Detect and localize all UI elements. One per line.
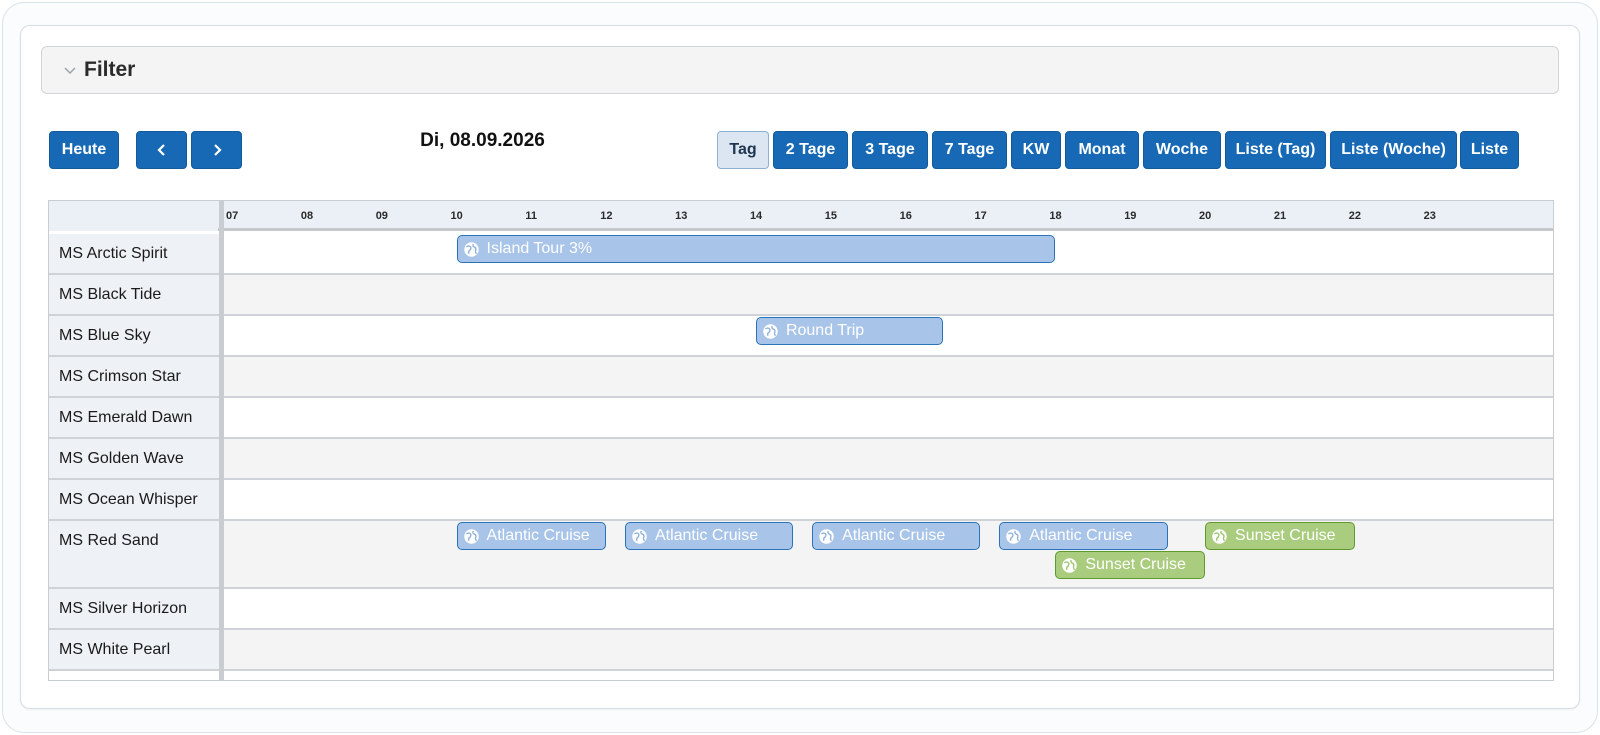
hour-label: 14 xyxy=(749,210,763,222)
view-button-liste-woche[interactable]: Liste (Woche) xyxy=(1330,131,1457,169)
hour-label: 10 xyxy=(450,210,463,222)
chevron-down-icon xyxy=(64,67,76,75)
resource-name: MS Golden Wave xyxy=(49,439,219,478)
resource-row: MS Ocean Whisper xyxy=(49,480,1553,521)
filter-toggle[interactable]: Filter xyxy=(41,46,1559,94)
resource-row: MS Crimson Star xyxy=(49,357,1553,398)
resource-row: MS Blue Sky Round Trip xyxy=(49,316,1553,357)
resource-name: MS Crimson Star xyxy=(49,357,219,396)
resource-timeline: 07 08 09 10 11 12 13 14 15 16 17 18 19 20 21 22 23 MS Ar… xyxy=(48,200,1554,681)
view-button-woche[interactable]: Woche xyxy=(1143,131,1221,169)
hour-label: 17 xyxy=(974,210,987,222)
booking-event[interactable]: Atlantic Cruise xyxy=(999,522,1168,550)
globe-icon xyxy=(818,528,835,545)
event-title: Sunset Cruise xyxy=(1085,556,1186,573)
event-title: Island Tour 3% xyxy=(486,240,593,257)
prev-button[interactable] xyxy=(136,131,187,169)
booking-event[interactable]: Atlantic Cruise xyxy=(456,522,607,550)
resource-lane[interactable]: Round Trip xyxy=(224,316,1553,355)
view-button-2-tage[interactable]: 2 Tage xyxy=(773,131,848,169)
hour-label: 12 xyxy=(600,210,613,222)
hour-label: 16 xyxy=(899,210,912,222)
globe-icon xyxy=(1211,528,1228,545)
hour-label: 08 xyxy=(300,210,314,222)
today-button[interactable]: Heute xyxy=(49,131,119,169)
resource-lane[interactable] xyxy=(224,630,1553,669)
resource-row: MS White Pearl xyxy=(49,630,1553,671)
resource-row: MS Arctic Spirit Island Tour 3% xyxy=(49,234,1553,275)
resource-row: MS Red Sand Atlantic Cruise Atlantic Cruis… xyxy=(49,521,1553,589)
header-corner xyxy=(49,201,218,231)
event-title: Sunset Cruise xyxy=(1235,527,1336,544)
view-button-3-tage[interactable]: 3 Tage xyxy=(852,131,928,169)
resource-lane[interactable] xyxy=(224,480,1553,519)
resource-name: MS Silver Horizon xyxy=(49,589,219,628)
resource-lane[interactable]: Island Tour 3% xyxy=(224,234,1553,273)
resource-lane[interactable] xyxy=(224,275,1553,314)
chevron-left-icon xyxy=(156,144,165,156)
resource-lane[interactable] xyxy=(224,589,1553,628)
resource-name: MS Black Tide xyxy=(49,275,219,314)
resource-row: MS Emerald Dawn xyxy=(49,398,1553,439)
hour-label: 11 xyxy=(525,210,538,222)
event-title: Atlantic Cruise xyxy=(486,527,590,544)
date-title: Di, 08.09.2026 xyxy=(420,130,545,151)
booking-event[interactable]: Atlantic Cruise xyxy=(812,522,981,550)
hour-label: 19 xyxy=(1124,210,1137,222)
event-title: Round Trip xyxy=(785,322,865,339)
event-title: Atlantic Cruise xyxy=(1029,527,1133,544)
resource-row: MS Golden Wave xyxy=(49,439,1553,480)
globe-icon xyxy=(463,241,480,258)
globe-icon xyxy=(631,528,648,545)
column-resizer[interactable] xyxy=(219,201,224,680)
hour-label: 15 xyxy=(824,210,838,222)
resource-row: MS Silver Horizon xyxy=(49,589,1553,630)
hour-label: 07 xyxy=(226,210,239,222)
resource-lane[interactable]: Atlantic Cruise Atlantic Cruise Atlantic C… xyxy=(224,521,1553,587)
chevron-right-icon xyxy=(213,144,222,156)
resource-name: MS White Pearl xyxy=(49,630,219,669)
filter-label: Filter xyxy=(84,58,136,81)
resource-name: MS Blue Sky xyxy=(49,316,219,355)
view-button-kw[interactable]: KW xyxy=(1011,131,1061,169)
globe-icon xyxy=(463,528,480,545)
next-button[interactable] xyxy=(191,131,242,169)
booking-event[interactable]: Atlantic Cruise xyxy=(624,522,794,550)
booking-event[interactable]: Island Tour 3% xyxy=(456,235,1056,263)
resource-lane[interactable] xyxy=(224,357,1553,396)
view-button-tag[interactable]: Tag xyxy=(717,131,769,169)
globe-icon xyxy=(1005,528,1022,545)
hour-label: 23 xyxy=(1423,210,1436,222)
booking-event[interactable]: Sunset Cruise xyxy=(1205,522,1355,550)
view-button-7-tage[interactable]: 7 Tage xyxy=(932,131,1007,169)
event-title: Atlantic Cruise xyxy=(654,527,759,544)
resource-name: MS Arctic Spirit xyxy=(49,234,219,273)
event-title: Atlantic Cruise xyxy=(842,527,946,544)
hour-label: 22 xyxy=(1348,210,1361,222)
resource-name: MS Emerald Dawn xyxy=(49,398,219,437)
booking-event[interactable]: Round Trip xyxy=(755,317,944,345)
globe-icon xyxy=(762,323,779,340)
view-button-liste-tag[interactable]: Liste (Tag) xyxy=(1225,131,1326,169)
timeline-header: 07 08 09 10 11 12 13 14 15 16 17 18 19 20 21 22 23 xyxy=(49,201,1553,231)
resource-row: MS Black Tide xyxy=(49,275,1553,316)
hour-label: 13 xyxy=(675,210,688,222)
booking-event[interactable]: Sunset Cruise xyxy=(1055,551,1206,579)
hour-label: 20 xyxy=(1199,210,1212,222)
resource-name: MS Ocean Whisper xyxy=(49,480,219,519)
resource-lane[interactable] xyxy=(224,439,1553,478)
resource-name: MS Red Sand xyxy=(49,521,219,587)
globe-icon xyxy=(1061,557,1078,574)
hour-label: 18 xyxy=(1049,210,1062,222)
hour-label: 21 xyxy=(1273,210,1287,222)
resource-lane[interactable] xyxy=(224,398,1553,437)
view-button-liste[interactable]: Liste xyxy=(1460,131,1519,169)
view-button-monat[interactable]: Monat xyxy=(1065,131,1139,169)
hour-label: 09 xyxy=(375,210,388,222)
